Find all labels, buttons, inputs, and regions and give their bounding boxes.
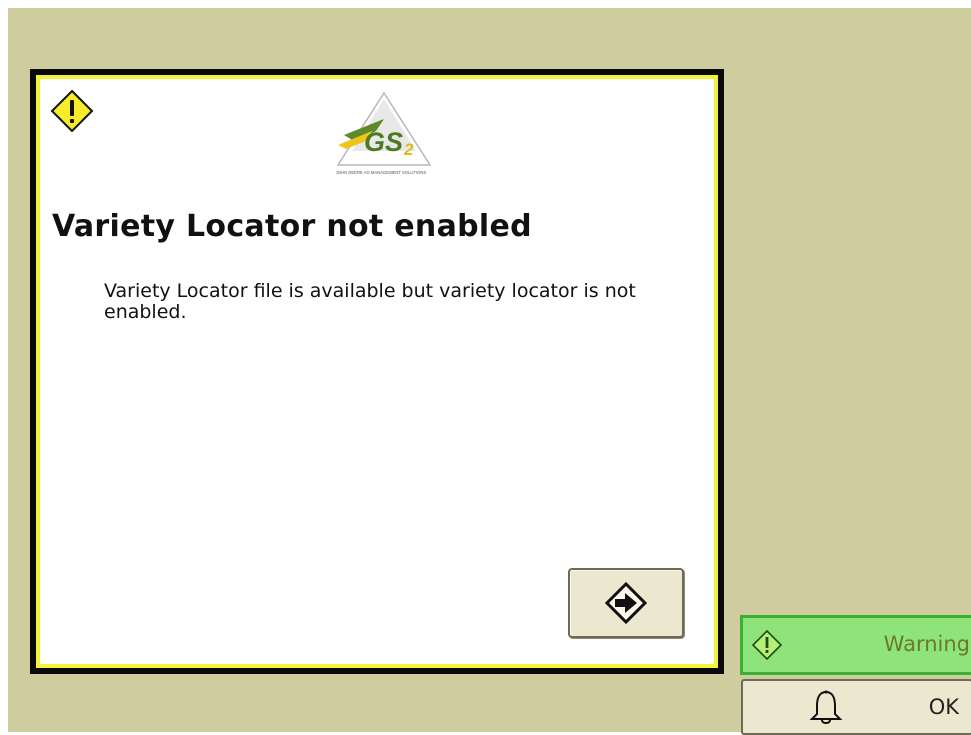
dialog-message: Variety Locator file is available but va… bbox=[104, 280, 636, 323]
warning-label: Warning bbox=[883, 632, 970, 656]
logo-subscript: 2 bbox=[403, 140, 414, 159]
ok-label: OK bbox=[928, 695, 959, 719]
dialog-title: Variety Locator not enabled bbox=[52, 209, 532, 244]
warning-diamond-icon bbox=[751, 630, 783, 660]
gs2-logo: GS 2 JOHN DEERE AG MANAGEMENT SOLUTIONS bbox=[336, 91, 432, 175]
arrow-right-diamond-icon bbox=[605, 582, 647, 624]
next-button[interactable] bbox=[568, 568, 684, 638]
warning-status-bar[interactable]: Warning bbox=[740, 615, 971, 675]
logo-text: GS bbox=[364, 127, 403, 157]
ok-button[interactable]: OK bbox=[741, 679, 971, 735]
warning-dialog: GS 2 JOHN DEERE AG MANAGEMENT SOLUTIONS … bbox=[30, 69, 724, 674]
bell-icon bbox=[809, 690, 843, 724]
logo-caption: JOHN DEERE AG MANAGEMENT SOLUTIONS bbox=[336, 170, 427, 175]
display-background: GS 2 JOHN DEERE AG MANAGEMENT SOLUTIONS … bbox=[8, 8, 971, 735]
warning-diamond-icon bbox=[50, 89, 94, 133]
